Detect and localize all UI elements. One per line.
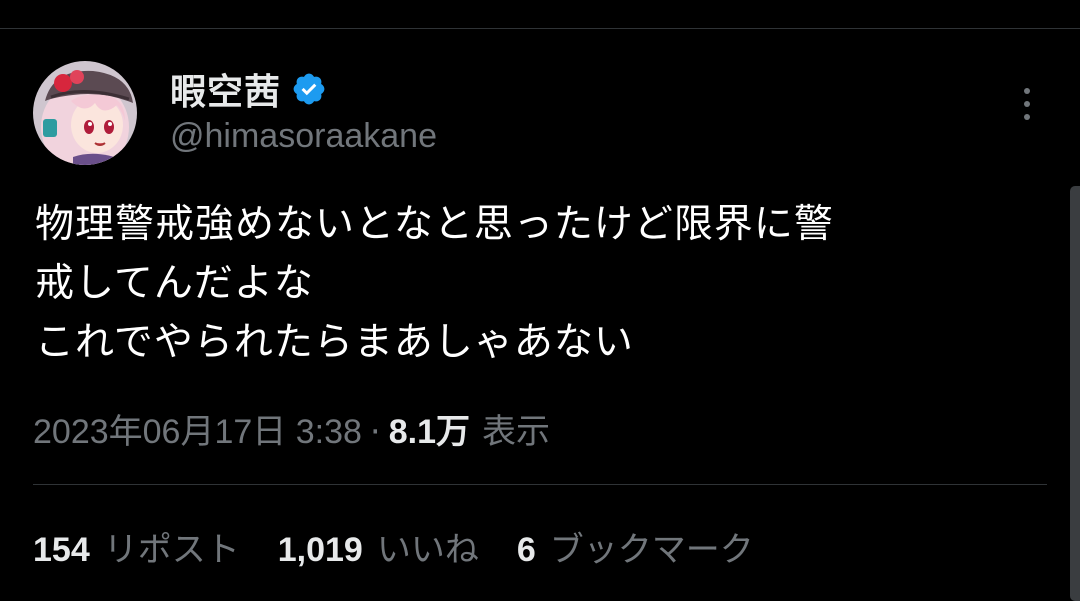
views-count[interactable]: 8.1万 [389,404,470,453]
tweet-text: 物理警戒強めないとなと思ったけど限界に警 戒してんだよな これでやられたらまあし… [35,195,1045,372]
engagement-stats: 154 リポスト 1,019 いいね 6 ブックマーク [33,522,792,571]
verified-badge-icon [291,71,327,107]
likes-label[interactable]: いいね [377,522,479,571]
tweet-line: 物理警戒強めないとなと思ったけど限界に警 [35,202,834,247]
avatar[interactable] [33,61,137,165]
tweet-timestamp[interactable]: 2023年06月17日 3:38 [33,404,362,453]
top-divider [0,28,1080,29]
bookmarks-count[interactable]: 6 [517,531,536,570]
more-options-icon[interactable] [1016,86,1038,122]
bookmarks-label[interactable]: ブックマーク [550,522,754,571]
scrollbar[interactable] [1070,186,1080,601]
stats-divider [33,484,1047,485]
views-label[interactable]: 表示 [482,404,550,453]
tweet-meta: 2023年06月17日 3:38 · 8.1万 表示 [33,404,550,453]
author-handle[interactable]: @himasoraakane [170,117,437,156]
meta-separator: · [369,412,381,452]
author-name-row[interactable]: 暇空茜 [170,64,327,114]
reposts-label[interactable]: リポスト [104,522,240,571]
anime-girl-avatar-icon [33,61,137,165]
tweet-line: 戒してんだよな [35,261,314,306]
reposts-count[interactable]: 154 [33,531,90,570]
author-display-name[interactable]: 暇空茜 [170,63,281,115]
tweet-line: これでやられたらまあしゃあない [35,320,634,365]
likes-count[interactable]: 1,019 [278,531,363,570]
